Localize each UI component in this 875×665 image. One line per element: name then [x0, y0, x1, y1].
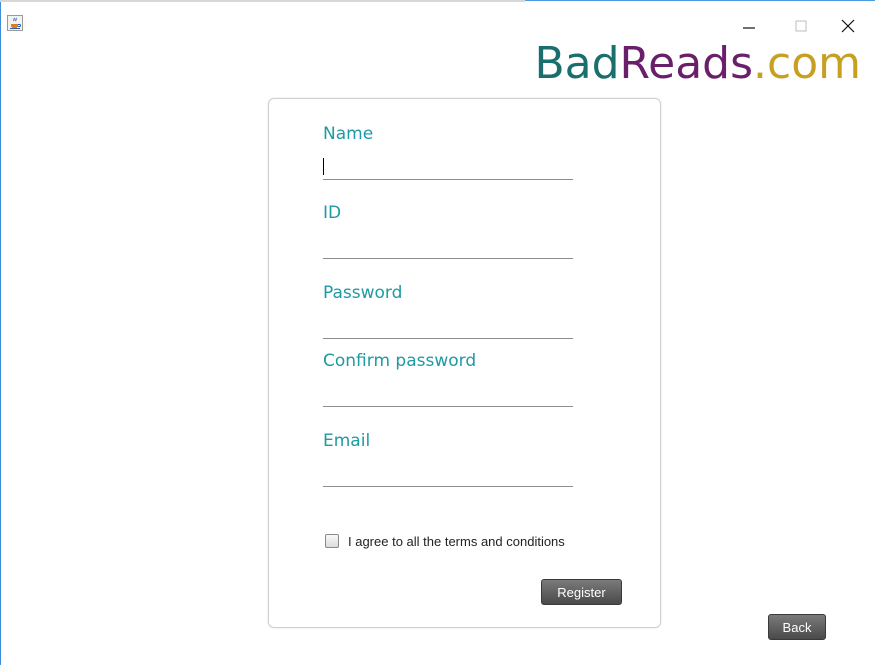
- brand-logo: BadReads.com: [534, 38, 861, 89]
- id-label: ID: [323, 203, 342, 223]
- confirm-password-label: Confirm password: [323, 351, 477, 371]
- terms-checkbox[interactable]: [325, 534, 339, 548]
- text-caret: [323, 158, 324, 175]
- password-field[interactable]: [323, 315, 573, 339]
- name-label: Name: [323, 124, 374, 144]
- email-field[interactable]: [323, 463, 573, 487]
- register-button[interactable]: Register: [541, 579, 622, 605]
- back-button[interactable]: Back: [768, 614, 826, 640]
- confirm-password-field[interactable]: [323, 383, 573, 407]
- email-label: Email: [323, 431, 371, 451]
- password-label: Password: [323, 283, 403, 303]
- minimize-icon[interactable]: [735, 14, 765, 38]
- maximize-icon[interactable]: [786, 14, 816, 38]
- brand-part-bad: Bad: [534, 38, 620, 89]
- java-cup-icon: [7, 15, 23, 31]
- terms-label: I agree to all the terms and conditions: [348, 534, 565, 549]
- window-border: [0, 0, 1, 665]
- name-field[interactable]: [323, 156, 573, 180]
- close-icon[interactable]: [838, 14, 868, 38]
- window-title-bar-edge: [525, 0, 875, 1]
- brand-part-reads: Reads: [619, 38, 754, 89]
- window-title-bar: [0, 0, 525, 2]
- brand-part-com: .com: [753, 38, 861, 89]
- id-field[interactable]: [323, 235, 573, 259]
